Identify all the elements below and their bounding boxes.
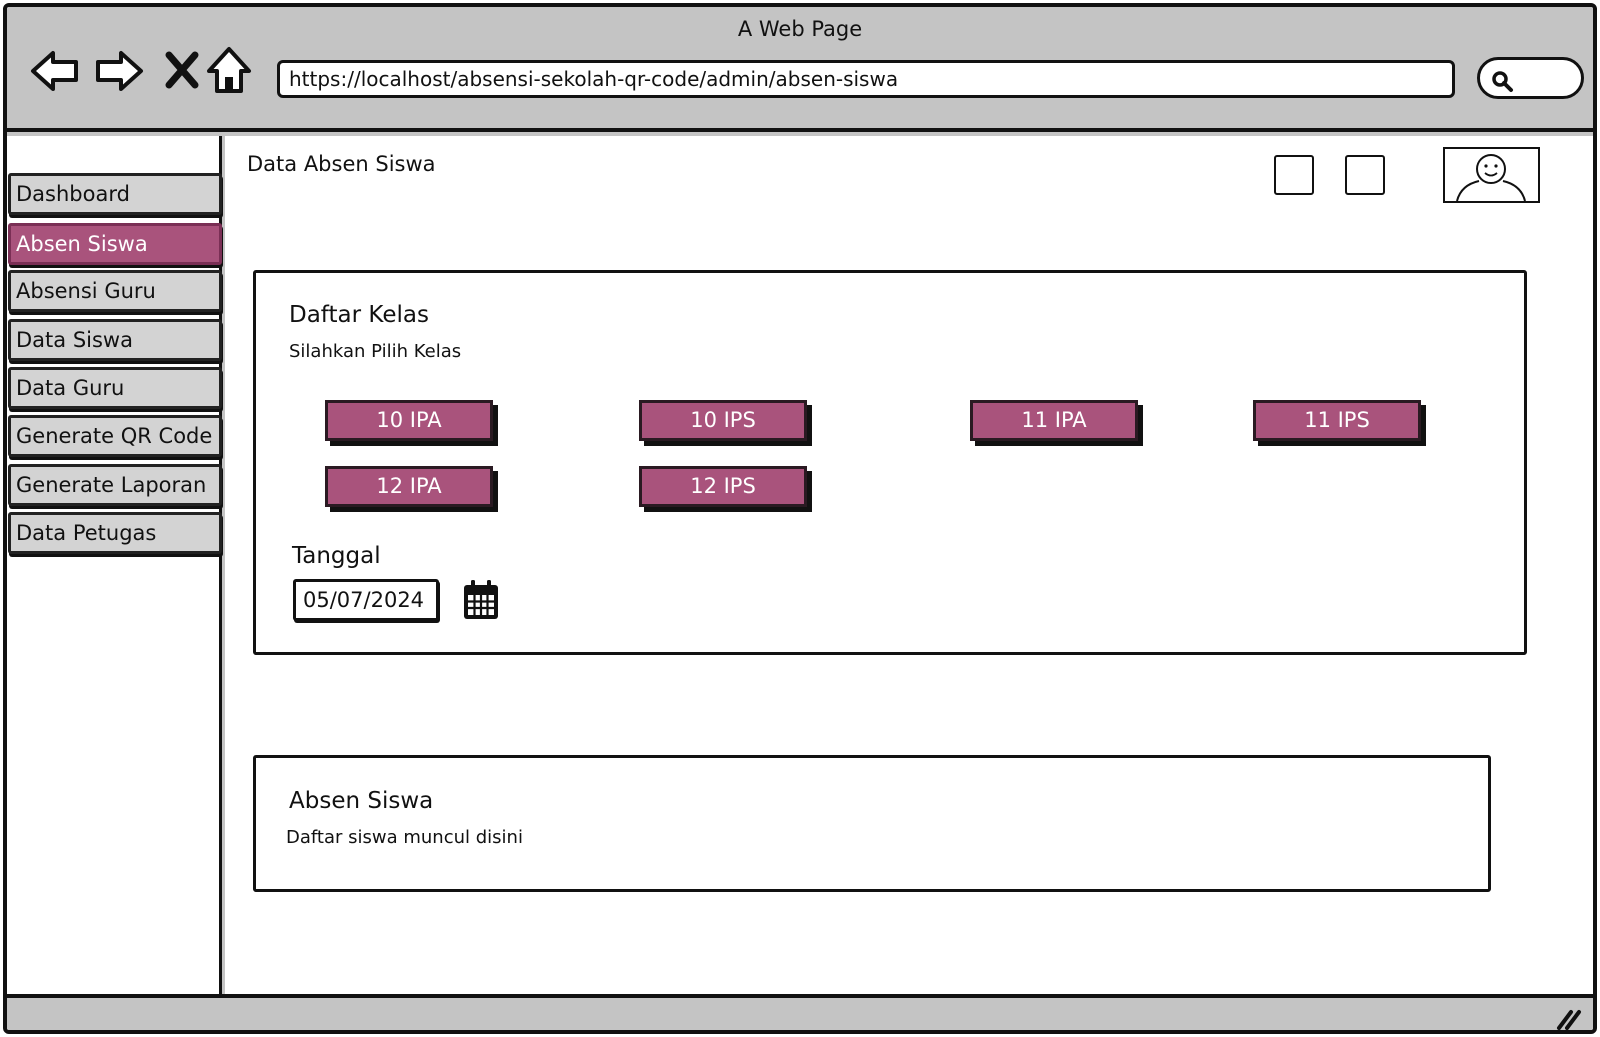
class-button-10-ips[interactable]: 10 IPS (639, 400, 807, 441)
class-button-11-ipa[interactable]: 11 IPA (970, 400, 1138, 441)
address-bar[interactable]: https://localhost/absensi-sekolah-qr-cod… (277, 60, 1455, 98)
attendance-card-subtitle: Daftar siswa muncul disini (286, 827, 523, 848)
sidebar-item-generate-laporan[interactable]: Generate Laporan (8, 464, 222, 506)
attendance-card-title: Absen Siswa (289, 788, 434, 814)
class-button-12-ipa[interactable]: 12 IPA (325, 466, 493, 507)
date-label: Tanggal (292, 543, 381, 569)
sidebar-item-absensi-guru[interactable]: Absensi Guru (8, 270, 222, 312)
class-card-subtitle: Silahkan Pilih Kelas (289, 341, 462, 362)
sidebar-item-absen-siswa[interactable]: Absen Siswa (8, 223, 222, 265)
class-button-12-ips[interactable]: 12 IPS (639, 466, 807, 507)
search-box[interactable] (1477, 57, 1584, 99)
window-title: A Web Page (737, 17, 863, 41)
browser-window: A Web Page https://localhost/absensi-sek… (3, 3, 1597, 1034)
close-x-icon[interactable] (157, 45, 209, 97)
class-card-title: Daftar Kelas (289, 302, 429, 328)
resize-grip-icon[interactable] (1555, 1006, 1583, 1032)
page-title: Data Absen Siswa (247, 152, 436, 176)
calendar-icon[interactable] (462, 579, 500, 625)
back-arrow-icon[interactable] (29, 45, 81, 97)
sidebar: Dashboard Absen Siswa Absensi Guru Data … (7, 136, 222, 994)
class-list-card: Daftar Kelas Silahkan Pilih Kelas 10 IPA… (253, 270, 1527, 655)
sidebar-item-generate-qr-code[interactable]: Generate QR Code (8, 415, 222, 457)
user-avatar-icon[interactable] (1443, 147, 1540, 203)
home-icon[interactable] (203, 45, 255, 97)
sidebar-item-data-guru[interactable]: Data Guru (8, 367, 222, 409)
class-button-11-ips[interactable]: 11 IPS (1253, 400, 1421, 441)
status-bar (7, 994, 1593, 1032)
settings-placeholder-icon[interactable] (1345, 155, 1385, 195)
attendance-card: Absen Siswa Daftar siswa muncul disini (253, 755, 1491, 892)
sidebar-item-data-siswa[interactable]: Data Siswa (8, 319, 222, 361)
sidebar-item-dashboard[interactable]: Dashboard (8, 173, 222, 215)
browser-toolbar: A Web Page https://localhost/absensi-sek… (7, 7, 1593, 132)
class-button-10-ipa[interactable]: 10 IPA (325, 400, 493, 441)
forward-arrow-icon[interactable] (93, 45, 145, 97)
main-content: Data Absen Siswa Daftar Kelas Silahkan P… (225, 136, 1593, 994)
notification-placeholder-icon[interactable] (1274, 155, 1314, 195)
sidebar-item-data-petugas[interactable]: Data Petugas (8, 512, 222, 554)
search-icon (1492, 71, 1513, 92)
date-input[interactable]: 05/07/2024 (293, 579, 439, 621)
